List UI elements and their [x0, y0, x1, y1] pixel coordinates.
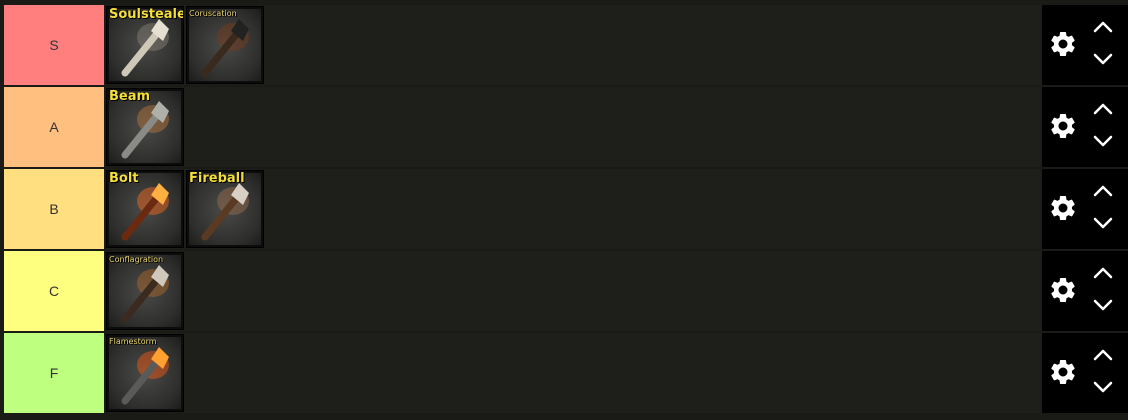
wand-art-icon	[201, 19, 249, 77]
tier-controls	[1042, 169, 1128, 249]
gear-icon[interactable]	[1048, 111, 1078, 141]
tier-items[interactable]: Beam	[106, 87, 1042, 167]
wand-art-icon	[121, 265, 169, 323]
chevron-down-icon[interactable]	[1092, 51, 1114, 67]
item-name: Fireball	[189, 171, 245, 186]
tier-items[interactable]: Conflagration	[106, 251, 1042, 331]
chevron-up-icon[interactable]	[1092, 19, 1114, 35]
item-card[interactable]: Bolt	[106, 170, 184, 248]
tier-label[interactable]: B	[4, 169, 104, 249]
chevron-up-icon[interactable]	[1092, 265, 1114, 281]
item-card[interactable]: Flamestorm	[106, 334, 184, 412]
item-card[interactable]: Beam	[106, 88, 184, 166]
chevron-up-icon[interactable]	[1092, 183, 1114, 199]
chevron-down-icon[interactable]	[1092, 379, 1114, 395]
chevron-up-icon[interactable]	[1092, 347, 1114, 363]
tier-items[interactable]: Flamestorm	[106, 333, 1042, 413]
item-name: Flamestorm	[109, 337, 157, 346]
tier-row: B Bolt Fireball	[0, 169, 1128, 249]
item-name: Soulstealer	[109, 7, 184, 22]
item-name: Conflagration	[109, 255, 164, 264]
gear-icon[interactable]	[1048, 29, 1078, 59]
tier-row: C Conflagration	[0, 251, 1128, 331]
item-card[interactable]: Fireball	[186, 170, 264, 248]
tier-list-board: S Soulstealer Coruscation A Beam B Bolt …	[0, 0, 1128, 420]
item-name: Bolt	[109, 171, 139, 186]
tier-label[interactable]: A	[4, 87, 104, 167]
tier-controls	[1042, 333, 1128, 413]
wand-art-icon	[121, 347, 169, 405]
tier-row: A Beam	[0, 87, 1128, 167]
tier-row: S Soulstealer Coruscation	[0, 5, 1128, 85]
tier-label[interactable]: C	[4, 251, 104, 331]
gear-icon[interactable]	[1048, 357, 1078, 387]
gear-icon[interactable]	[1048, 275, 1078, 305]
chevron-down-icon[interactable]	[1092, 297, 1114, 313]
tier-items[interactable]: Soulstealer Coruscation	[106, 5, 1042, 85]
chevron-down-icon[interactable]	[1092, 215, 1114, 231]
tier-controls	[1042, 87, 1128, 167]
tier-controls	[1042, 5, 1128, 85]
tier-controls	[1042, 251, 1128, 331]
chevron-down-icon[interactable]	[1092, 133, 1114, 149]
item-name: Beam	[109, 89, 151, 104]
item-card[interactable]: Soulstealer	[106, 6, 184, 84]
chevron-up-icon[interactable]	[1092, 101, 1114, 117]
item-name: Coruscation	[189, 9, 237, 18]
item-card[interactable]: Coruscation	[186, 6, 264, 84]
tier-items[interactable]: Bolt Fireball	[106, 169, 1042, 249]
tier-label[interactable]: S	[4, 5, 104, 85]
item-card[interactable]: Conflagration	[106, 252, 184, 330]
tier-row: F Flamestorm	[0, 333, 1128, 413]
gear-icon[interactable]	[1048, 193, 1078, 223]
tier-label[interactable]: F	[4, 333, 104, 413]
